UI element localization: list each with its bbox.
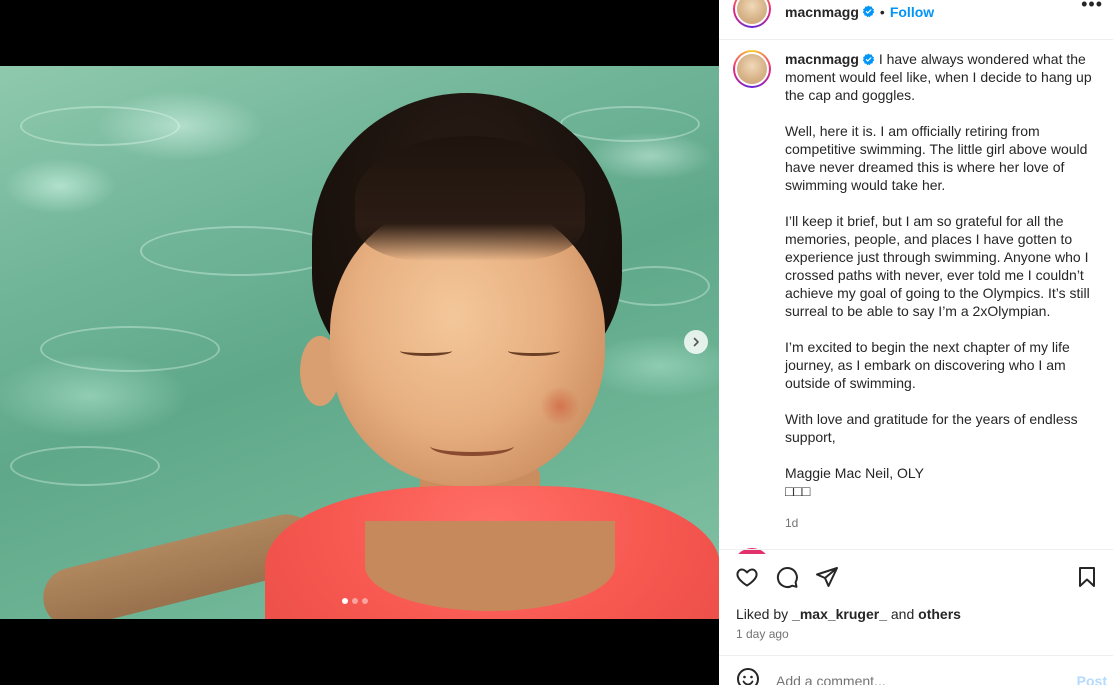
separator-dot: • xyxy=(879,3,885,20)
liked-by-prefix: Liked by xyxy=(736,606,789,622)
caption-text: macnmagg I have always wondered what the… xyxy=(785,50,1097,540)
likes-summary: Liked by _max_kruger_ and others xyxy=(736,606,961,622)
avatar[interactable] xyxy=(733,50,771,88)
liked-by-and: and xyxy=(890,606,915,622)
liked-by-others-link[interactable]: others xyxy=(918,606,961,622)
caption-paragraph: Well, here it is. I am officially retiri… xyxy=(785,123,1092,193)
header-user: macnmagg • Follow xyxy=(785,4,934,20)
emoji-button[interactable] xyxy=(736,667,760,685)
bookmark-icon xyxy=(1079,567,1095,587)
verified-badge-icon xyxy=(862,5,875,18)
water-ripple xyxy=(560,106,700,142)
chevron-right-icon xyxy=(693,337,699,347)
child-chest xyxy=(365,521,615,611)
liked-by-user-link[interactable]: _max_kruger_ xyxy=(792,606,887,622)
divider xyxy=(719,655,1113,656)
avatar-image xyxy=(735,0,769,26)
like-button[interactable] xyxy=(735,565,759,589)
child-fringe xyxy=(355,136,585,261)
share-button[interactable] xyxy=(815,565,839,589)
comment-composer: Post xyxy=(736,667,1107,685)
comment-input[interactable] xyxy=(776,673,1077,685)
save-button[interactable] xyxy=(1075,565,1099,589)
avatar[interactable] xyxy=(733,0,771,28)
action-bar xyxy=(735,565,1099,589)
water-ripple xyxy=(20,106,180,146)
comment-button[interactable] xyxy=(775,565,799,589)
child-eye xyxy=(400,346,452,356)
caption-timestamp[interactable]: 1d xyxy=(785,514,1097,532)
emoji-icon xyxy=(737,667,759,685)
caption-section: macnmagg I have always wondered what the… xyxy=(733,50,1103,540)
post-details-panel: macnmagg • Follow ••• macnmagg I have al… xyxy=(719,0,1113,685)
username-link[interactable]: macnmagg xyxy=(785,4,859,20)
verified-badge-icon xyxy=(862,53,875,66)
caption-paragraph: I’ll keep it brief, but I am so grateful… xyxy=(785,213,1094,319)
post-date[interactable]: 1 day ago xyxy=(736,627,789,641)
divider xyxy=(719,549,1113,550)
child-cheek xyxy=(540,386,580,426)
caption-paragraph: I’m excited to begin the next chapter of… xyxy=(785,339,1074,391)
carousel-dot xyxy=(342,598,348,604)
more-options-button[interactable]: ••• xyxy=(1081,0,1103,15)
caption-signature: Maggie Mac Neil, OLY □□□ xyxy=(785,465,925,499)
avatar-image xyxy=(735,52,769,86)
media-viewer xyxy=(0,0,719,685)
username-link[interactable]: macnmagg xyxy=(785,51,859,67)
water-ripple xyxy=(10,446,160,486)
post-comment-button[interactable]: Post xyxy=(1077,673,1107,685)
water-ripple xyxy=(40,326,220,372)
follow-button[interactable]: Follow xyxy=(890,4,934,20)
carousel-dot xyxy=(352,598,358,604)
heart-icon xyxy=(736,568,758,587)
comment-icon xyxy=(776,567,798,588)
post-photo[interactable] xyxy=(0,66,719,619)
water-ripple xyxy=(140,226,340,276)
caption-paragraph: macnmagg I have always wondered what the… xyxy=(785,50,1097,104)
carousel-indicator xyxy=(342,598,368,604)
child-smile xyxy=(430,436,514,456)
carousel-next-button[interactable] xyxy=(684,330,708,354)
caption-paragraph: With love and gratitude for the years of… xyxy=(785,411,1082,445)
carousel-dot xyxy=(362,598,368,604)
child-eye xyxy=(508,346,560,356)
post-header: macnmagg • Follow ••• xyxy=(719,0,1113,40)
paper-plane-icon xyxy=(816,567,838,587)
